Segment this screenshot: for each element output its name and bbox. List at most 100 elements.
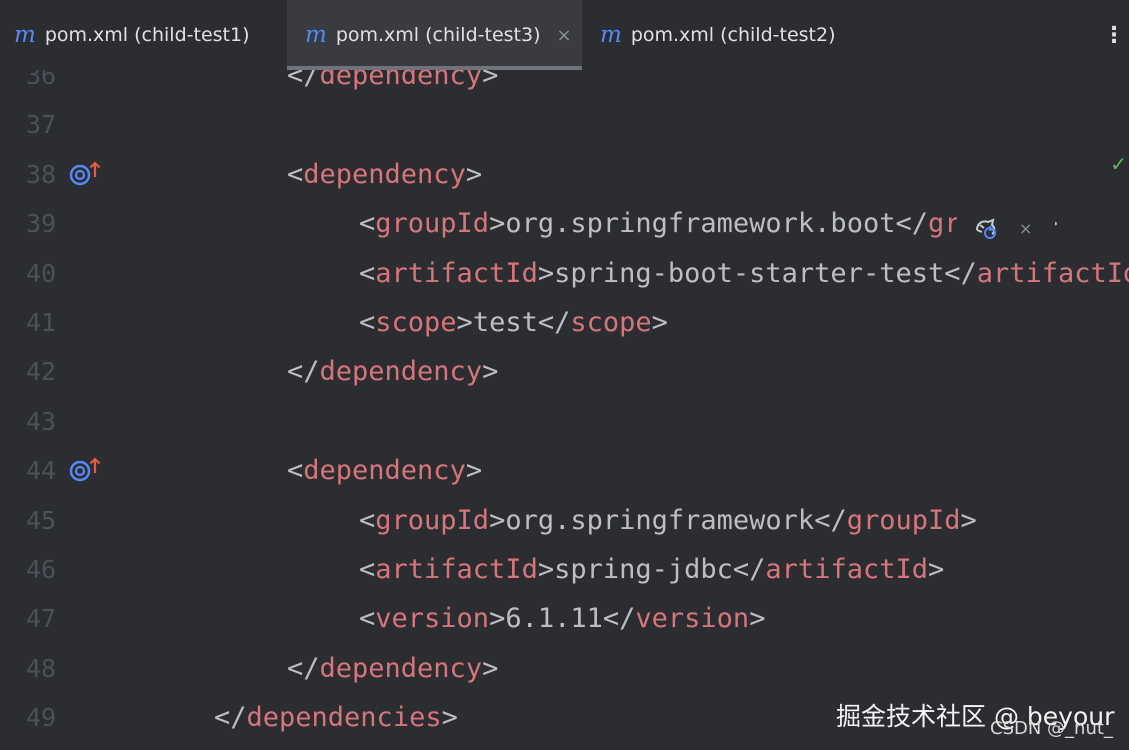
line-number: 43 bbox=[26, 406, 57, 436]
xml-punctuation: < bbox=[287, 455, 304, 487]
xml-punctuation: </ bbox=[602, 603, 636, 635]
maven-file-icon: m bbox=[14, 21, 36, 48]
xml-text-value: spring-boot-starter-test bbox=[554, 257, 945, 289]
xml-tag-name: groupId bbox=[846, 504, 961, 536]
xml-tag-name: dependency bbox=[319, 70, 483, 91]
xml-tag-name: dependency bbox=[319, 356, 483, 388]
maven-up-icon[interactable] bbox=[68, 456, 104, 484]
xml-punctuation: </ bbox=[287, 356, 320, 388]
line-number: 37 bbox=[26, 110, 57, 140]
line-number: 47 bbox=[26, 604, 57, 634]
line-number: 39 bbox=[26, 209, 57, 239]
xml-text-value: 6.1.11 bbox=[505, 603, 603, 635]
code-line: 36 </dependency> bbox=[0, 70, 1129, 100]
xml-punctuation: </ bbox=[537, 307, 571, 338]
tab-pom-child-test1[interactable]: m pom.xml (child-test1) bbox=[0, 0, 287, 70]
xml-punctuation: > bbox=[482, 652, 499, 684]
xml-punctuation: > bbox=[482, 70, 499, 91]
xml-punctuation: > bbox=[465, 158, 483, 190]
xml-punctuation: < bbox=[359, 603, 376, 635]
tab-label: pom.xml (child-test1) bbox=[44, 24, 250, 46]
xml-tag-name: scope bbox=[570, 307, 652, 338]
xml-punctuation: > bbox=[489, 208, 506, 240]
line-number: 38 bbox=[26, 159, 57, 189]
code-text: <artifactId>spring-boot-starter-test</ar… bbox=[359, 249, 1129, 298]
code-line: 45 <groupId>org.springframework</groupId> bbox=[0, 496, 1129, 545]
xml-punctuation: </ bbox=[214, 702, 247, 734]
code-text: </dependency> bbox=[287, 70, 498, 100]
tab-pom-child-test2[interactable]: m pom.xml (child-test2) bbox=[582, 0, 1062, 70]
xml-tag-name: dependency bbox=[303, 158, 466, 190]
xml-punctuation: > bbox=[749, 603, 766, 635]
xml-punctuation: < bbox=[359, 504, 376, 536]
xml-punctuation: > bbox=[456, 307, 473, 338]
code-line: 42 </dependency> bbox=[0, 347, 1129, 396]
line-number: 49 bbox=[26, 703, 57, 733]
xml-punctuation: < bbox=[287, 158, 304, 190]
xml-punctuation: > bbox=[927, 554, 945, 585]
xml-punctuation: </ bbox=[895, 208, 928, 240]
more-options-icon[interactable]: ⋮ bbox=[1103, 23, 1125, 49]
xml-tag-name: scope bbox=[375, 307, 457, 338]
code-line: 37 bbox=[0, 100, 1129, 149]
line-number: 48 bbox=[26, 653, 57, 683]
code-line: 47 <version>6.1.11</version> bbox=[0, 594, 1129, 643]
xml-punctuation: > bbox=[651, 307, 668, 338]
editor-tab-bar: m pom.xml (child-test1) m pom.xml (child… bbox=[0, 0, 1129, 70]
xml-punctuation: > bbox=[441, 702, 458, 734]
xml-punctuation: < bbox=[359, 307, 376, 338]
code-text: <dependency> bbox=[287, 150, 482, 199]
xml-punctuation: > bbox=[489, 603, 506, 635]
xml-punctuation: < bbox=[359, 208, 376, 240]
close-tab-icon[interactable]: × bbox=[556, 25, 571, 46]
tab-pom-child-test3[interactable]: m pom.xml (child-test3) × bbox=[287, 0, 582, 70]
xml-tag-name: dependency bbox=[319, 652, 483, 684]
watermark-csdn: CSDN @_nut_ bbox=[990, 718, 1113, 739]
code-editor[interactable]: 36 </dependency> 37 38 <dependency> 39 <groupI… bbox=[0, 70, 1129, 750]
xml-punctuation: </ bbox=[287, 652, 320, 684]
xml-tag-name: dependencies bbox=[246, 702, 442, 734]
code-line: 48 </dependency> bbox=[0, 644, 1129, 693]
xml-tag-name: artifactId bbox=[976, 257, 1129, 289]
xml-punctuation: </ bbox=[287, 70, 320, 91]
xml-text-value: spring-jdbc bbox=[554, 554, 733, 585]
code-text: <groupId>org.springframework</groupId> bbox=[359, 496, 977, 545]
xml-punctuation: </ bbox=[944, 257, 977, 289]
xml-punctuation: > bbox=[537, 257, 555, 289]
no-problems-check-icon[interactable]: ✓ bbox=[1110, 152, 1127, 176]
code-text: </dependency> bbox=[287, 347, 498, 396]
line-number: 46 bbox=[26, 555, 57, 584]
xml-tag-name: groupId bbox=[375, 504, 490, 536]
xml-tag-name: artifactId bbox=[375, 257, 538, 289]
line-number: 36 bbox=[26, 70, 57, 90]
maven-reload-icon[interactable] bbox=[973, 214, 1001, 242]
code-line: 43 bbox=[0, 397, 1129, 446]
maven-file-icon: m bbox=[305, 21, 327, 48]
xml-punctuation: </ bbox=[732, 554, 766, 585]
code-line: 46 <artifactId>spring-jdbc</artifactId> bbox=[0, 545, 1129, 594]
code-line: 41 <scope>test</scope> bbox=[0, 298, 1129, 347]
tab-label: pom.xml (child-test2) bbox=[630, 24, 836, 46]
xml-tag-name: dependency bbox=[303, 455, 466, 487]
code-line: 44 <dependency> bbox=[0, 446, 1129, 495]
code-text: <dependency> bbox=[287, 446, 482, 495]
inspection-widget: × bbox=[957, 203, 1055, 253]
line-number: 41 bbox=[26, 308, 57, 337]
code-text: <scope>test</scope> bbox=[359, 298, 668, 347]
tab-label: pom.xml (child-test3) bbox=[335, 24, 541, 46]
line-number: 44 bbox=[26, 456, 57, 486]
xml-punctuation: > bbox=[489, 504, 506, 536]
maven-file-icon: m bbox=[600, 21, 622, 48]
xml-text-value: test bbox=[472, 307, 538, 338]
xml-punctuation: > bbox=[465, 455, 483, 487]
xml-tag-name: version bbox=[635, 603, 750, 635]
close-widget-icon[interactable]: × bbox=[1019, 219, 1032, 238]
line-number: 40 bbox=[26, 258, 57, 288]
xml-punctuation: > bbox=[960, 504, 977, 536]
code-text: <groupId>org.springframework.boot</group… bbox=[359, 199, 1058, 248]
line-number: 45 bbox=[26, 505, 57, 535]
maven-up-icon[interactable] bbox=[68, 160, 104, 188]
xml-tag-name: artifactId bbox=[375, 554, 538, 585]
xml-tag-name: artifactId bbox=[765, 554, 928, 585]
xml-punctuation: < bbox=[359, 257, 376, 289]
